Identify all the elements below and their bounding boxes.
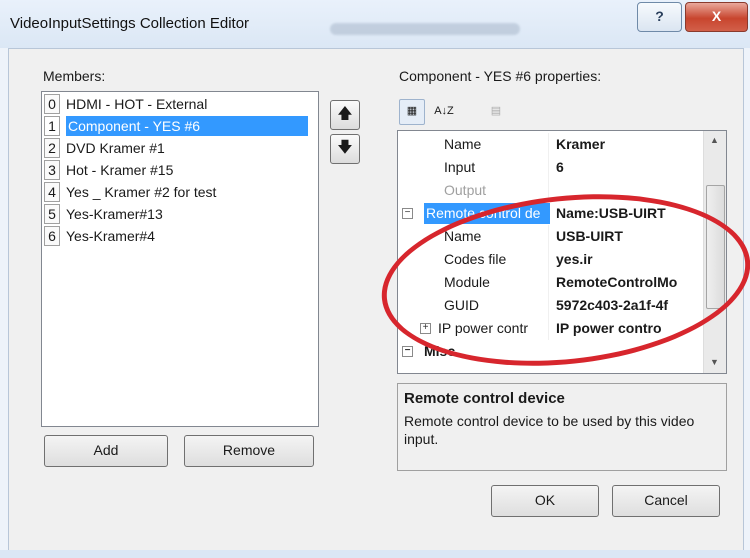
item-index: 0 [44,94,60,114]
list-item-selected[interactable]: 1 Component - YES #6 [44,116,316,136]
property-value: IP power contro [556,320,662,336]
property-value: USB-UIRT [556,228,623,244]
list-item[interactable]: 3 Hot - Kramer #15 [44,160,316,180]
property-row[interactable]: Name USB-UIRT [398,225,704,248]
properties-label: Component - YES #6 properties: [399,68,602,84]
arrow-up-icon: 🡅 [337,105,353,122]
list-item[interactable]: 6 Yes-Kramer#4 [44,226,316,246]
description-panel: Remote control device Remote control dev… [397,383,727,471]
description-text: Remote control device to be used by this… [404,413,695,447]
item-label: Yes-Kramer#4 [66,228,155,244]
property-value: yes.ir [556,251,593,267]
property-row[interactable]: Input 6 [398,156,704,179]
category-name: Misc [424,343,456,359]
item-index: 1 [44,116,60,136]
window-bottom-border [0,550,750,558]
property-grid[interactable]: Name Kramer Input 6 Output − Remote cont… [397,130,727,374]
scroll-up-icon[interactable]: ▲ [710,135,719,145]
arrow-down-icon: 🡇 [337,139,353,156]
property-value: RemoteControlMo [556,274,678,290]
item-index: 6 [44,226,60,246]
property-category-misc[interactable]: − Misc [398,340,704,363]
window-title: VideoInputSettings Collection Editor [10,15,250,32]
add-button[interactable]: Add [44,435,168,467]
title-bar: VideoInputSettings Collection Editor ? X [0,0,750,48]
property-row[interactable]: Output [398,179,704,202]
collapse-icon[interactable]: − [402,346,413,357]
item-index: 4 [44,182,60,202]
property-pages-icon[interactable]: ▤ [483,99,509,125]
list-item[interactable]: 4 Yes _ Kramer #2 for test [44,182,316,202]
collapse-icon[interactable]: − [402,208,413,219]
item-label: Component - YES #6 [66,116,308,136]
close-button[interactable]: X [685,2,748,32]
item-label: Yes _ Kramer #2 for test [66,184,217,200]
help-button[interactable]: ? [637,2,682,32]
property-name: Remote control de [424,203,550,224]
property-category-ip-power[interactable]: + IP power contr IP power contro [398,317,704,340]
move-up-button[interactable]: 🡅 [330,100,360,130]
property-value: 5972c403-2a1f-4f [556,297,669,313]
property-row[interactable]: Module RemoteControlMo [398,271,704,294]
ok-button[interactable]: OK [491,485,599,517]
members-label: Members: [43,68,106,84]
property-row[interactable]: GUID 5972c403-2a1f-4f [398,294,704,317]
list-item[interactable]: 5 Yes-Kramer#13 [44,204,316,224]
move-down-button[interactable]: 🡇 [330,134,360,164]
property-name: Codes file [444,251,507,267]
scroll-down-icon[interactable]: ▼ [710,357,719,367]
property-name: GUID [444,297,479,313]
item-index: 2 [44,138,60,158]
list-item[interactable]: 2 DVD Kramer #1 [44,138,316,158]
property-row[interactable]: Name Kramer [398,133,704,156]
blurred-title-text [330,23,520,35]
categorized-icon[interactable]: ▦ [399,99,425,125]
expand-icon[interactable]: + [420,323,431,334]
property-grid-scrollbar[interactable]: ▲ ▼ [703,131,726,373]
property-name: Output [444,182,487,198]
property-category-remote-control[interactable]: − Remote control de Name:USB-UIRT [398,202,704,225]
property-value: Kramer [556,136,606,152]
list-item[interactable]: 0 HDMI - HOT - External [44,94,316,114]
scrollbar-thumb[interactable] [706,185,725,309]
property-row[interactable]: Codes file yes.ir [398,248,704,271]
item-label: Hot - Kramer #15 [66,162,174,178]
item-label: DVD Kramer #1 [66,140,165,156]
remove-button[interactable]: Remove [184,435,314,467]
item-label: HDMI - HOT - External [66,96,208,112]
cancel-button[interactable]: Cancel [612,485,720,517]
property-value: Name:USB-UIRT [556,205,666,221]
property-name: Input [444,159,476,175]
description-title: Remote control device [404,390,565,407]
item-index: 5 [44,204,60,224]
property-value: 6 [556,159,564,175]
property-name: IP power contr [438,320,529,336]
sort-alphabetical-icon[interactable]: A↓Z [431,99,457,125]
members-list[interactable]: 0 HDMI - HOT - External 1 Component - YES … [41,91,319,427]
property-name: Name [444,136,482,152]
item-label: Yes-Kramer#13 [66,206,163,222]
item-index: 3 [44,160,60,180]
property-name: Module [444,274,490,290]
property-name: Name [444,228,482,244]
